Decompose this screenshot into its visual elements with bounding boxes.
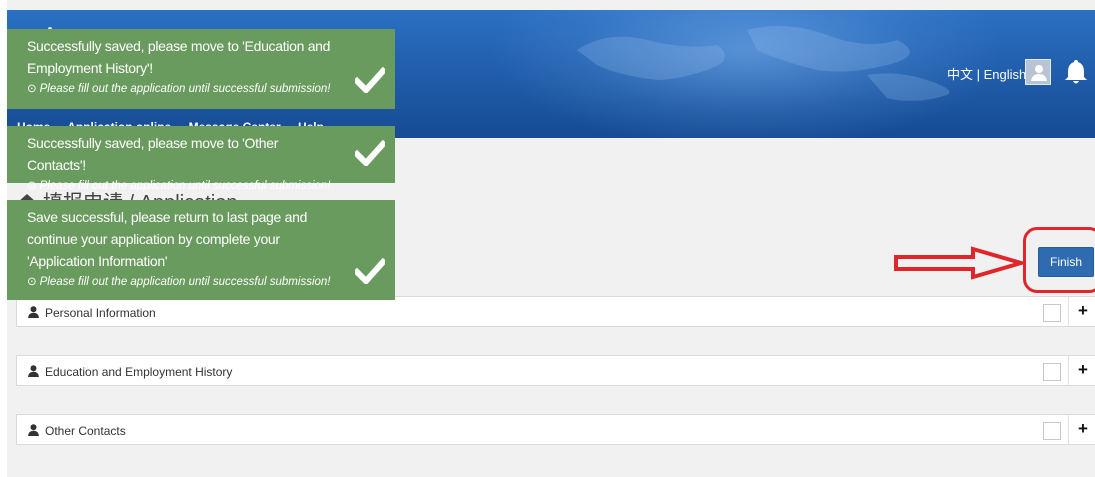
- user-avatar-icon[interactable]: [1025, 59, 1051, 85]
- expand-button[interactable]: +: [1068, 415, 1095, 444]
- section-checkbox[interactable]: [1043, 304, 1061, 322]
- toast-message: Save successful, please return to last p…: [27, 209, 308, 269]
- language-switch[interactable]: 中文 | English: [947, 64, 1026, 83]
- toast-hint: ⊙ Please fill out the application until s…: [27, 81, 335, 95]
- success-toast[interactable]: Save successful, please return to last p…: [7, 200, 395, 300]
- check-icon: [355, 67, 385, 93]
- world-map-decoration: [577, 26, 950, 101]
- section-checkbox[interactable]: [1043, 422, 1061, 440]
- user-icon: [28, 306, 39, 318]
- clock-icon: ⊙: [27, 83, 37, 95]
- toast-hint-text: Please fill out the application until su…: [39, 83, 331, 95]
- section-checkbox[interactable]: [1043, 363, 1061, 381]
- toast-message: Successfully saved, please move to 'Educ…: [27, 38, 331, 76]
- section-other-contacts[interactable]: Other Contacts +: [16, 414, 1095, 445]
- check-icon: [355, 140, 385, 166]
- toast-hint: ⊙ Please fill out the application until s…: [27, 178, 335, 192]
- app-window: 中文 | English Home Application online Mes…: [7, 0, 1095, 477]
- section-personal-information[interactable]: Personal Information +: [16, 296, 1095, 327]
- bell-icon[interactable]: [1063, 58, 1089, 86]
- success-toast[interactable]: Successfully saved, please move to 'Educ…: [7, 29, 395, 109]
- check-icon: [355, 258, 385, 284]
- expand-button[interactable]: +: [1068, 356, 1095, 385]
- red-arrow-annotation: [894, 246, 1025, 280]
- section-label: Personal Information: [45, 306, 156, 320]
- toast-hint-text: Please fill out the application until su…: [39, 180, 331, 192]
- toast-hint: ⊙ Please fill out the application until s…: [27, 274, 335, 288]
- user-icon: [28, 424, 39, 436]
- success-toast[interactable]: Successfully saved, please move to 'Othe…: [7, 126, 395, 192]
- section-education-and-employment-history[interactable]: Education and Employment History +: [16, 355, 1095, 386]
- section-label: Education and Employment History: [45, 365, 233, 379]
- clock-icon: ⊙: [27, 180, 37, 192]
- toast-hint-text: Please fill out the application until su…: [39, 276, 331, 288]
- user-icon: [28, 365, 39, 377]
- toast-message: Successfully saved, please move to 'Othe…: [27, 135, 279, 173]
- finish-button[interactable]: Finish: [1038, 247, 1094, 277]
- expand-button[interactable]: +: [1068, 297, 1095, 326]
- clock-icon: ⊙: [27, 276, 37, 288]
- section-label: Other Contacts: [45, 424, 126, 438]
